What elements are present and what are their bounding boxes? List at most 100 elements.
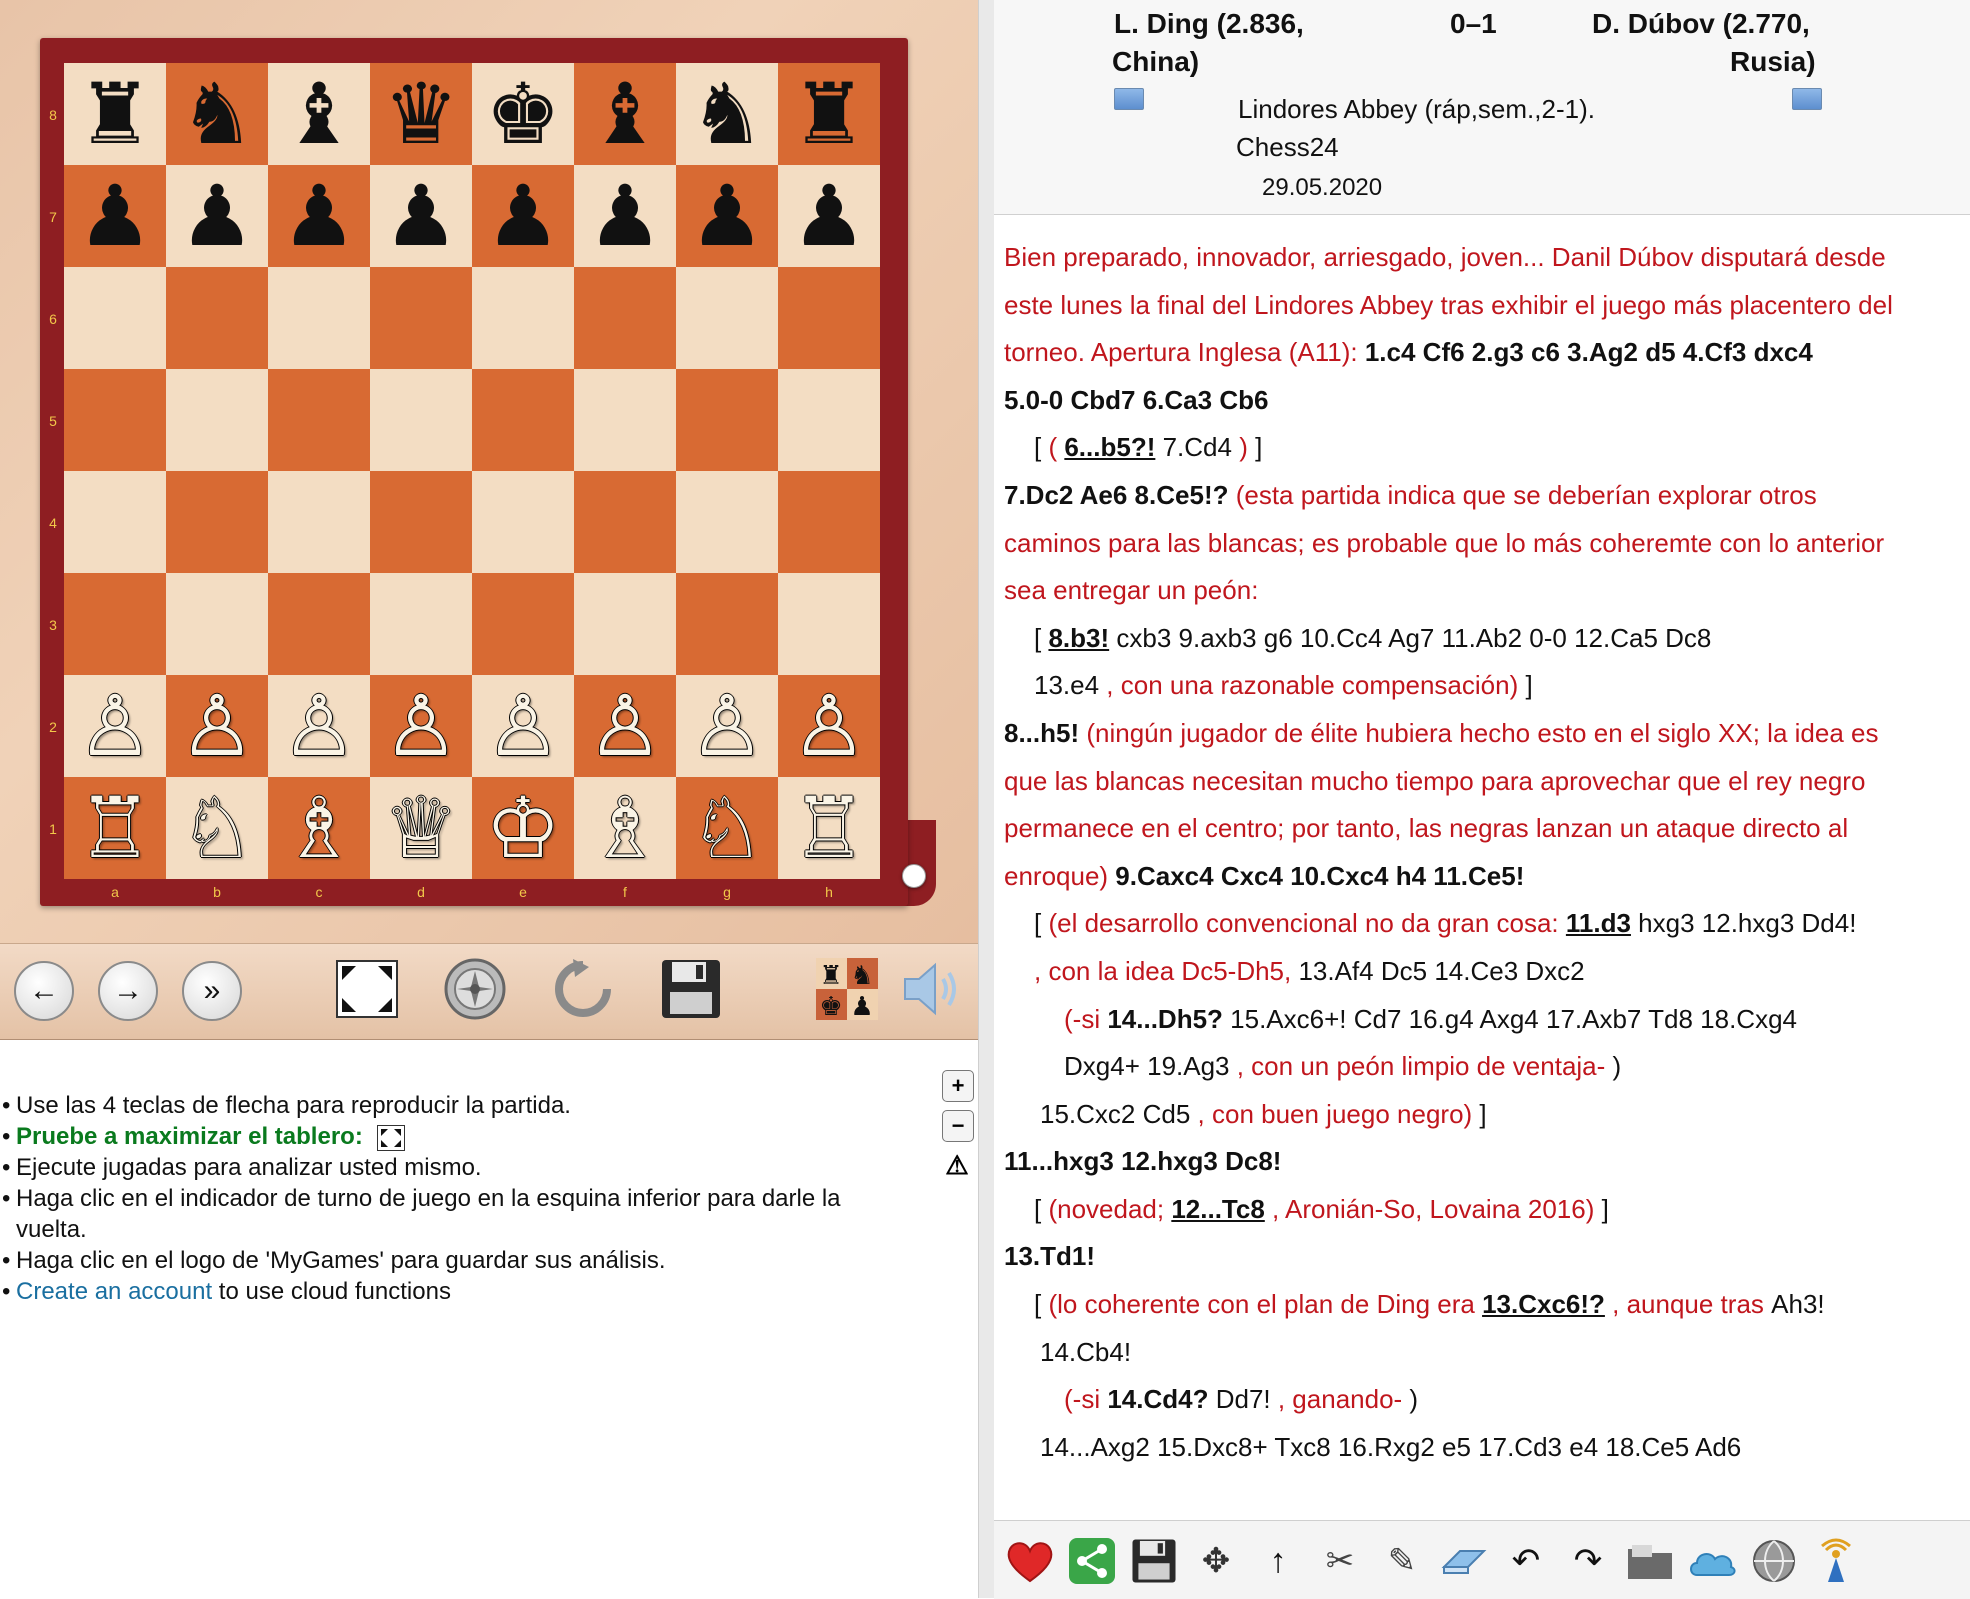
square-f8[interactable]: ♝ bbox=[574, 63, 676, 165]
square-a5[interactable] bbox=[64, 369, 166, 471]
variation-moves[interactable]: hxg3 12.hxg3 Dd4! bbox=[1631, 908, 1856, 938]
white-piece[interactable]: ♙ bbox=[281, 684, 356, 768]
variation-move[interactable]: 14...Dh5? bbox=[1107, 1004, 1223, 1034]
square-g3[interactable] bbox=[676, 573, 778, 675]
square-d7[interactable]: ♟ bbox=[370, 165, 472, 267]
redo-button[interactable]: ↷ bbox=[1562, 1535, 1614, 1587]
square-h6[interactable] bbox=[778, 267, 880, 369]
square-b3[interactable] bbox=[166, 573, 268, 675]
square-a3[interactable] bbox=[64, 573, 166, 675]
black-piece[interactable]: ♟ bbox=[179, 174, 254, 258]
chessboard[interactable]: ♜ ♞ ♝ ♛ ♚ ♝ ♞ ♜ ♟ ♟ ♟ ♟ ♟ ♟ ♟ ♟ ♙ ♙ ♙ ♙ ♙ ♙ ♙ ♙ ♖ ♘ ♗ ♕ ♔ ♗ ♘ ♖ bbox=[64, 63, 880, 879]
black-piece[interactable]: ♟ bbox=[281, 174, 356, 258]
variation-move[interactable]: 11.d3 bbox=[1566, 908, 1631, 938]
square-e2[interactable]: ♙ bbox=[472, 675, 574, 777]
square-h2[interactable]: ♙ bbox=[778, 675, 880, 777]
black-piece[interactable]: ♟ bbox=[77, 174, 152, 258]
engine-button[interactable] bbox=[440, 954, 510, 1024]
cloud-button[interactable] bbox=[1686, 1535, 1738, 1587]
zoom-out-button[interactable]: − bbox=[942, 1110, 974, 1142]
square-a1[interactable]: ♖ bbox=[64, 777, 166, 879]
black-piece[interactable]: ♝ bbox=[281, 72, 356, 156]
square-b4[interactable] bbox=[166, 471, 268, 573]
square-b6[interactable] bbox=[166, 267, 268, 369]
maximize-board-button[interactable] bbox=[332, 954, 402, 1024]
broadcast-button[interactable] bbox=[1810, 1535, 1862, 1587]
black-piece[interactable]: ♛ bbox=[383, 72, 458, 156]
variation-moves[interactable]: Ah3! bbox=[1771, 1289, 1825, 1319]
square-f1[interactable]: ♗ bbox=[574, 777, 676, 879]
white-piece[interactable]: ♙ bbox=[689, 684, 764, 768]
square-a4[interactable] bbox=[64, 471, 166, 573]
like-button[interactable] bbox=[1004, 1535, 1056, 1587]
square-b2[interactable]: ♙ bbox=[166, 675, 268, 777]
variation-moves[interactable]: 13.Af4 Dc5 14.Ce3 Dxc2 bbox=[1291, 956, 1584, 986]
black-piece[interactable]: ♞ bbox=[689, 72, 764, 156]
share-button[interactable] bbox=[1066, 1535, 1118, 1587]
square-d3[interactable] bbox=[370, 573, 472, 675]
square-g1[interactable]: ♘ bbox=[676, 777, 778, 879]
variation-line[interactable]: 14.Cb4! bbox=[1004, 1329, 1964, 1377]
square-e5[interactable] bbox=[472, 369, 574, 471]
square-e3[interactable] bbox=[472, 573, 574, 675]
square-g2[interactable]: ♙ bbox=[676, 675, 778, 777]
square-h1[interactable]: ♖ bbox=[778, 777, 880, 879]
square-a6[interactable] bbox=[64, 267, 166, 369]
square-g7[interactable]: ♟ bbox=[676, 165, 778, 267]
white-piece[interactable]: ♙ bbox=[77, 684, 152, 768]
black-piece[interactable]: ♝ bbox=[587, 72, 662, 156]
variation-move[interactable]: 8.b3! bbox=[1048, 623, 1109, 653]
square-b5[interactable] bbox=[166, 369, 268, 471]
notation-text[interactable]: Bien preparado, innovador, arriesgado, j… bbox=[1004, 234, 1964, 1474]
variation-move[interactable]: 14.Cd4? bbox=[1107, 1384, 1208, 1414]
white-piece[interactable]: ♘ bbox=[689, 786, 764, 870]
fast-forward-button[interactable]: » bbox=[182, 961, 242, 1021]
maximize-inline-button[interactable] bbox=[377, 1124, 406, 1151]
black-piece[interactable]: ♟ bbox=[791, 174, 866, 258]
white-piece[interactable]: ♖ bbox=[77, 786, 152, 870]
white-piece[interactable]: ♙ bbox=[587, 684, 662, 768]
square-h4[interactable] bbox=[778, 471, 880, 573]
black-piece[interactable]: ♞ bbox=[179, 72, 254, 156]
variation-move[interactable]: 6...b5?! bbox=[1064, 432, 1155, 462]
variation-move[interactable]: 12...Tc8 bbox=[1171, 1194, 1264, 1224]
square-h8[interactable]: ♜ bbox=[778, 63, 880, 165]
square-d8[interactable]: ♛ bbox=[370, 63, 472, 165]
square-b7[interactable]: ♟ bbox=[166, 165, 268, 267]
move-button[interactable]: ✥ bbox=[1190, 1535, 1242, 1587]
square-h7[interactable]: ♟ bbox=[778, 165, 880, 267]
mainline-moves[interactable]: 9.Caxc4 Cxc4 10.Cxc4 h4 11.Ce5! bbox=[1108, 861, 1524, 891]
white-piece[interactable]: ♗ bbox=[281, 786, 356, 870]
square-e8[interactable]: ♚ bbox=[472, 63, 574, 165]
mainline-moves[interactable]: 13.Td1! bbox=[1004, 1233, 1964, 1281]
square-c1[interactable]: ♗ bbox=[268, 777, 370, 879]
variation-moves[interactable]: 13.e4 bbox=[1034, 670, 1106, 700]
square-c5[interactable] bbox=[268, 369, 370, 471]
variation-moves[interactable]: 15.Axc6+! Cd7 16.g4 Axg4 17.Axb7 Td8 18.… bbox=[1223, 1004, 1797, 1034]
square-g6[interactable] bbox=[676, 267, 778, 369]
black-piece[interactable]: ♟ bbox=[485, 174, 560, 258]
square-b8[interactable]: ♞ bbox=[166, 63, 268, 165]
board-style-button[interactable]: ♜ ♞ ♚ ♟ bbox=[812, 954, 882, 1024]
square-c7[interactable]: ♟ bbox=[268, 165, 370, 267]
variation-moves[interactable]: 15.Cxc2 Cd5 bbox=[1040, 1099, 1198, 1129]
square-e1[interactable]: ♔ bbox=[472, 777, 574, 879]
square-g8[interactable]: ♞ bbox=[676, 63, 778, 165]
square-d4[interactable] bbox=[370, 471, 472, 573]
mainline-moves[interactable]: 8...h5! bbox=[1004, 718, 1079, 748]
mainline-moves[interactable]: 5.0-0 Cbd7 6.Ca3 Cb6 bbox=[1004, 377, 1964, 425]
white-piece[interactable]: ♙ bbox=[383, 684, 458, 768]
variation-moves[interactable]: 7.Cd4 bbox=[1155, 432, 1239, 462]
square-c2[interactable]: ♙ bbox=[268, 675, 370, 777]
save-game-button[interactable] bbox=[656, 954, 726, 1024]
save-button[interactable] bbox=[1128, 1535, 1180, 1587]
square-h3[interactable] bbox=[778, 573, 880, 675]
back-button[interactable]: ← bbox=[14, 961, 74, 1021]
cut-button[interactable]: ✂ bbox=[1314, 1535, 1366, 1587]
square-f7[interactable]: ♟ bbox=[574, 165, 676, 267]
black-piece[interactable]: ♟ bbox=[689, 174, 764, 258]
square-g5[interactable] bbox=[676, 369, 778, 471]
turn-indicator[interactable] bbox=[902, 864, 926, 888]
variation-moves[interactable]: cxb3 9.axb3 g6 10.Cc4 Ag7 11.Ab2 0-0 12.… bbox=[1109, 623, 1711, 653]
undo-button[interactable]: ↶ bbox=[1500, 1535, 1552, 1587]
